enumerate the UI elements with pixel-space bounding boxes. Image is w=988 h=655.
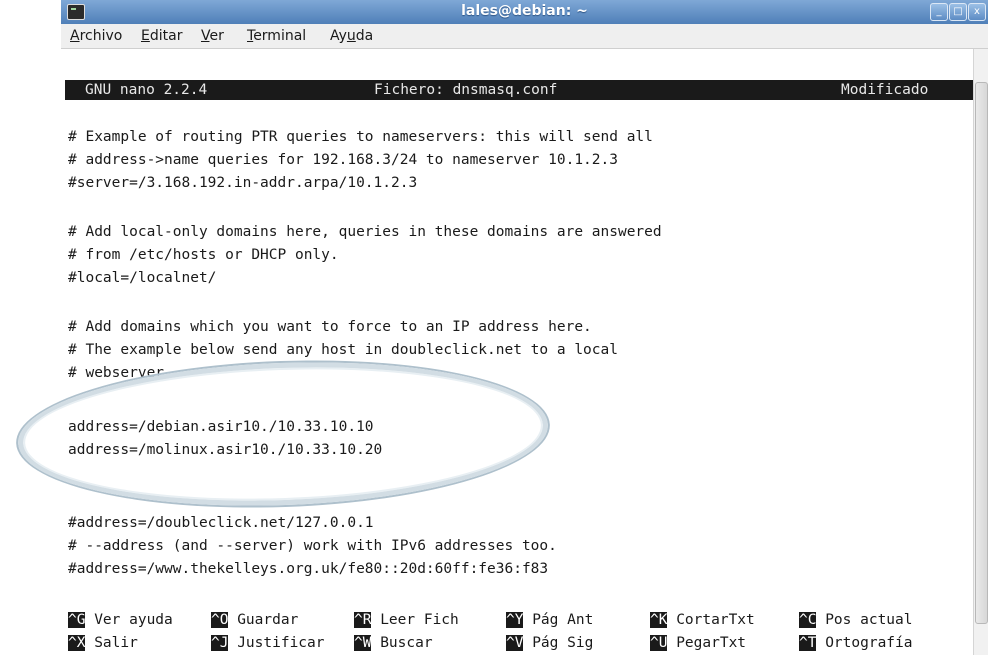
shortcut-guardar[interactable]: ^O Guardar bbox=[211, 610, 298, 630]
menu-bar: Archivo Editar Ver Terminal Ayuda bbox=[61, 24, 988, 49]
text-line: # webserver. bbox=[68, 365, 173, 381]
shortcut-pos-actual[interactable]: ^C Pos actual bbox=[799, 610, 913, 630]
text-line: # from /etc/hosts or DHCP only. bbox=[68, 247, 339, 263]
shortcut-ortografia[interactable]: ^T Ortografía bbox=[799, 633, 913, 653]
shortcut-pag-ant[interactable]: ^Y Pág Ant bbox=[506, 610, 593, 630]
nano-status: Modificado bbox=[841, 82, 929, 98]
shortcut-salir[interactable]: ^X Salir bbox=[68, 633, 138, 653]
text-line: #address=/www.thekelleys.org.uk/fe80::20… bbox=[68, 561, 549, 577]
terminal-window: lales@debian: ~ _ □ x Archivo Editar Ver… bbox=[61, 0, 988, 655]
menu-ayuda[interactable]: Ayuda bbox=[330, 28, 373, 44]
text-line: # Add domains which you want to force to… bbox=[68, 319, 592, 335]
maximize-button[interactable]: □ bbox=[949, 3, 967, 21]
title-bar[interactable]: lales@debian: ~ _ □ x bbox=[61, 0, 988, 25]
window-title: lales@debian: ~ bbox=[461, 3, 588, 19]
shortcut-buscar[interactable]: ^W Buscar bbox=[354, 633, 433, 653]
menu-terminal[interactable]: Terminal bbox=[247, 28, 306, 44]
nano-filename: Fichero: dnsmasq.conf bbox=[374, 82, 558, 98]
highlighted-address-line: address=/debian.asir10./10.33.10.10 bbox=[68, 419, 374, 435]
shortcut-justificar[interactable]: ^J Justificar bbox=[211, 633, 325, 653]
menu-editar[interactable]: Editar bbox=[141, 28, 182, 44]
shortcut-pegar-txt[interactable]: ^U PegarTxt bbox=[650, 633, 746, 653]
text-line: # --address (and --server) work with IPv… bbox=[68, 538, 557, 554]
nano-header: GNU nano 2.2.4 Fichero: dnsmasq.conf Mod… bbox=[65, 80, 974, 100]
scrollbar-thumb[interactable] bbox=[975, 82, 988, 624]
terminal-area[interactable]: GNU nano 2.2.4 Fichero: dnsmasq.conf Mod… bbox=[61, 49, 974, 655]
text-line: #server=/3.168.192.in-addr.arpa/10.1.2.3 bbox=[68, 175, 418, 191]
shortcut-pag-sig[interactable]: ^V Pág Sig bbox=[506, 633, 593, 653]
text-line: #address=/doubleclick.net/127.0.0.1 bbox=[68, 515, 374, 531]
menu-ver[interactable]: Ver bbox=[201, 28, 224, 44]
text-line: # Add local-only domains here, queries i… bbox=[68, 224, 662, 240]
text-line: # The example below send any host in dou… bbox=[68, 342, 618, 358]
highlighted-address-line: address=/molinux.asir10./10.33.10.20 bbox=[68, 442, 383, 458]
text-line: #local=/localnet/ bbox=[68, 270, 217, 286]
shortcut-cortar-txt[interactable]: ^K CortarTxt bbox=[650, 610, 755, 630]
vertical-scrollbar[interactable] bbox=[973, 49, 988, 655]
menu-archivo[interactable]: Archivo bbox=[70, 28, 122, 44]
minimize-button[interactable]: _ bbox=[930, 3, 948, 21]
shortcut-ver-ayuda[interactable]: ^G Ver ayuda bbox=[68, 610, 173, 630]
text-line: # Example of routing PTR queries to name… bbox=[68, 129, 653, 145]
text-line: # address->name queries for 192.168.3/24… bbox=[68, 152, 618, 168]
nano-version: GNU nano 2.2.4 bbox=[85, 82, 208, 98]
shortcut-leer-fich[interactable]: ^R Leer Fich bbox=[354, 610, 459, 630]
close-button[interactable]: x bbox=[968, 3, 986, 21]
